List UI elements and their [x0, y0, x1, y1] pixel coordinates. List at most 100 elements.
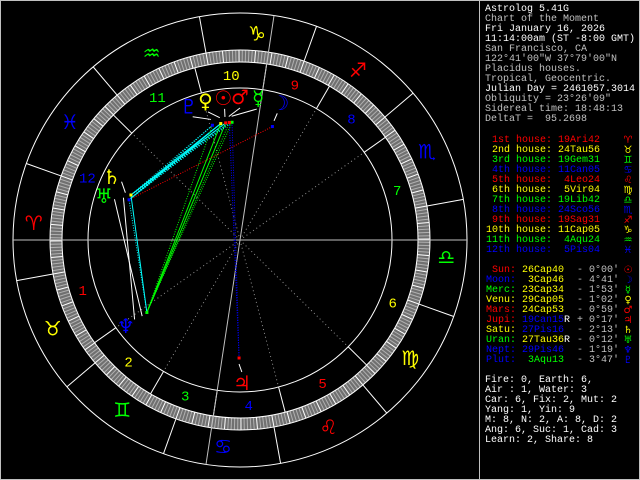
- house-number: 11: [149, 91, 166, 107]
- planet-marker: [270, 125, 274, 129]
- planet-pointer: [121, 181, 126, 193]
- sign-boundary: [66, 362, 96, 388]
- zodiac-sign-icon: ♊: [113, 398, 131, 422]
- house-cusp: [363, 136, 386, 153]
- planet-marker: [237, 356, 241, 360]
- zodiac-sign-icon: ♑: [248, 22, 266, 46]
- house-cusp: [94, 327, 117, 344]
- planet-marker: [145, 310, 149, 314]
- zodiac-sign-icon: ♌: [319, 415, 337, 439]
- house-cusp-inner: [131, 132, 241, 241]
- house-number: 5: [318, 377, 326, 393]
- planet-motion: - 3°47': [577, 355, 620, 366]
- zodiac-sign-icon: ♒: [143, 41, 161, 65]
- degree-tick: [50, 230, 63, 233]
- house-number: 6: [388, 297, 396, 313]
- sign-boundary: [426, 198, 464, 207]
- planet-position: 3Aqu13: [527, 355, 564, 366]
- zodiac-sign-icon: ♎: [437, 245, 455, 269]
- house-cusp: [347, 346, 368, 366]
- retrograde-flag: R: [564, 335, 571, 346]
- delta-t: DeltaT = 95.2698: [485, 114, 588, 125]
- house-cusp: [315, 85, 330, 109]
- planet-marker: [210, 123, 214, 127]
- zodiac-sign-icon: ♋: [214, 434, 232, 458]
- planet-glyph-icon: ☽: [271, 91, 289, 115]
- planet-marker: [129, 193, 133, 197]
- planet-glyph-icon: ♇: [180, 94, 198, 118]
- house-cusp-inner: [239, 151, 365, 241]
- planet-marker: [127, 198, 131, 202]
- sign-boundary: [198, 16, 207, 54]
- house-number: 12: [79, 171, 96, 187]
- degree-tick: [50, 249, 63, 252]
- sign-boundary: [16, 273, 54, 282]
- house-number: 10: [223, 69, 240, 85]
- planet-glyph-icon: ♃: [233, 371, 251, 395]
- planet-glyph-icon: ☿: [252, 86, 264, 110]
- retrograde-flag: R: [564, 315, 571, 326]
- house-number: 3: [181, 390, 189, 406]
- planet-row: Plut: 3Aqu13 - 3°47' ♇: [480, 356, 640, 366]
- angle-axis: [239, 15, 275, 241]
- planet-glyph-icon: ♆: [117, 314, 135, 338]
- zodiac-sign-icon: ♉: [44, 316, 62, 340]
- planet-pointer: [122, 197, 136, 320]
- house-cusp: [112, 114, 133, 134]
- degree-tick: [417, 228, 430, 231]
- house-number: 9: [291, 78, 299, 94]
- sign-boundary: [26, 163, 62, 177]
- planet-marker: [224, 121, 228, 125]
- degree-tick: [417, 247, 430, 250]
- chart-wheel[interactable]: ♈♉♊♋♌♍♎♏♐♑♒♓123456789101112☉ ☽☿♀ ♂♃♄♅♆♇: [0, 0, 480, 480]
- house-position: 5Pis04: [563, 245, 600, 256]
- sign-boundary: [92, 66, 118, 96]
- planet-marker: [219, 122, 223, 126]
- planet-icon: ♇: [623, 355, 633, 366]
- house-label: 12th house:: [486, 245, 553, 256]
- zodiac-sign-icon: ♍: [401, 346, 419, 370]
- house-cusp-inner: [239, 108, 317, 241]
- sign-boundary: [273, 426, 282, 464]
- degree-tick: [228, 50, 231, 63]
- planet-glyph-icon: ♂: [231, 85, 249, 109]
- planet-marker: [227, 120, 231, 124]
- sign-boundary: [384, 92, 414, 118]
- house-cusp: [278, 386, 286, 413]
- house-cusp-inner: [239, 239, 349, 348]
- sign-boundary: [418, 303, 454, 317]
- summary-line: Learn: 2, Share: 8: [485, 435, 594, 446]
- house-number: 7: [393, 184, 401, 200]
- planet-glyph-icon: ♅: [95, 184, 113, 208]
- aspect-line-trine: [146, 125, 213, 313]
- house-cusp: [150, 371, 165, 395]
- info-panel: Astrolog 5.41G Chart of the Moment Fri J…: [480, 0, 640, 480]
- degree-tick: [230, 417, 233, 430]
- zodiac-sign-icon: ♈: [25, 211, 43, 235]
- aspect-line-sextile: [128, 123, 222, 201]
- planet-glyph-icon: ☉: [214, 86, 232, 110]
- house-number: 1: [79, 284, 87, 300]
- house-number: 8: [347, 112, 355, 128]
- house-number: 2: [124, 356, 132, 372]
- zodiac-sign-icon: ♐: [349, 58, 367, 82]
- aspect-line-sextile: [128, 124, 213, 201]
- sign-boundary: [163, 418, 177, 454]
- zodiac-sign-icon: ♏: [418, 140, 436, 164]
- planet-marker: [230, 120, 234, 124]
- planet-glyph-icon: ♀: [198, 89, 213, 113]
- sign-icon: ♓: [623, 245, 633, 256]
- angle-axis: [205, 239, 241, 465]
- degree-tick: [249, 417, 252, 430]
- zodiac-sign-icon: ♓: [61, 110, 79, 134]
- sign-boundary: [362, 384, 388, 414]
- sign-boundary: [303, 26, 317, 62]
- aspect-line-square: [128, 126, 273, 201]
- house-cusp-inner: [163, 239, 241, 372]
- house-number: 4: [245, 399, 253, 415]
- house-row: 12th house: 5Pis04 ♓: [480, 246, 640, 256]
- aspect-line-trine: [146, 123, 222, 313]
- house-cusp-inner: [239, 239, 280, 388]
- planet-name: Plut:: [486, 355, 517, 366]
- degree-tick: [247, 50, 250, 63]
